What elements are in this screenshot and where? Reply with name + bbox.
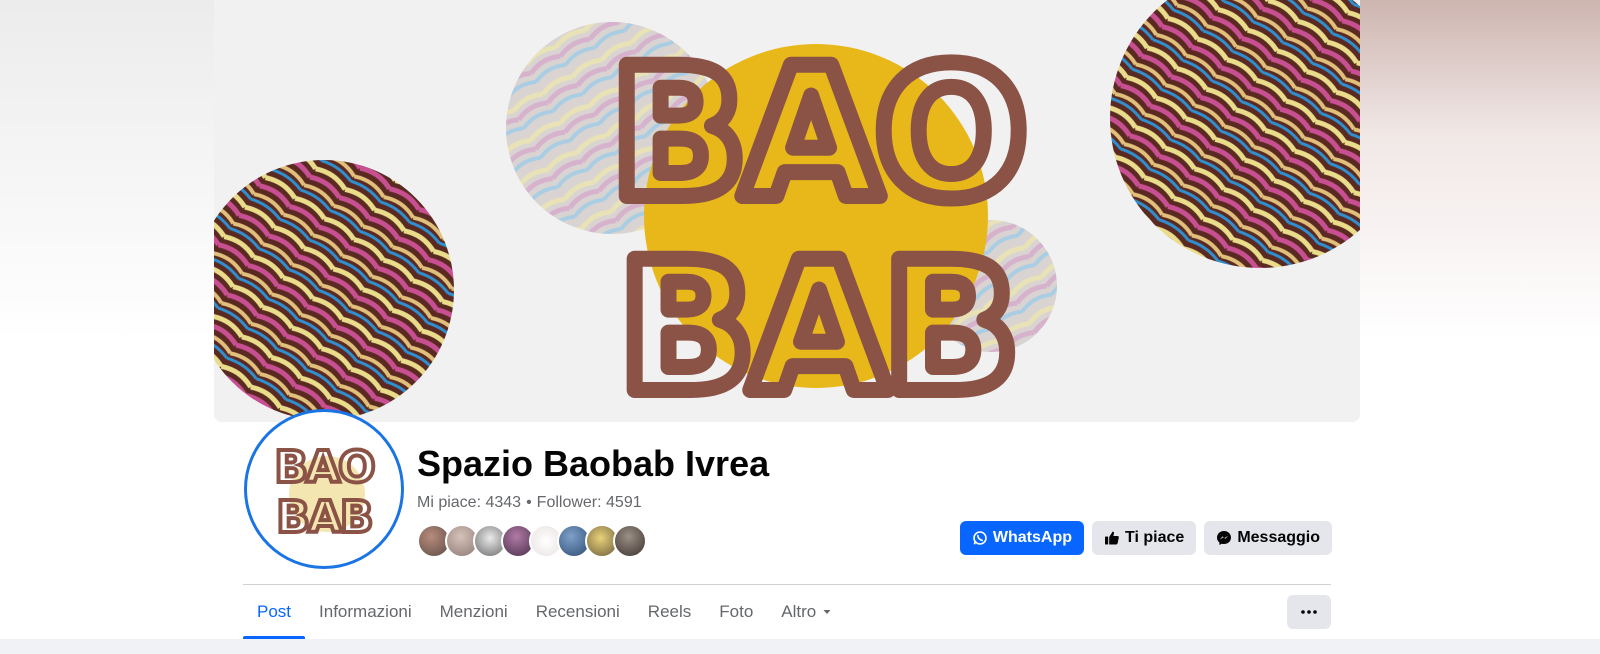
- tab-altro[interactable]: Altro: [767, 585, 846, 639]
- stats-separator: •: [526, 494, 532, 511]
- cover-photo[interactable]: BAO BAB: [214, 0, 1360, 422]
- tab-menzioni[interactable]: Menzioni: [426, 585, 522, 639]
- thumbs-up-icon: [1104, 530, 1120, 546]
- tab-post[interactable]: Post: [243, 585, 306, 639]
- caret-down-icon: [822, 607, 832, 617]
- avatar-logo-line2: BAB: [276, 492, 371, 543]
- page-title: Spazio Baobab Ivrea: [417, 443, 770, 484]
- page-actions: WhatsApp Ti piace Messaggio: [959, 521, 1332, 555]
- whatsapp-button[interactable]: WhatsApp: [959, 521, 1085, 555]
- message-button[interactable]: Messaggio: [1204, 521, 1332, 555]
- tab-label: Recensioni: [535, 602, 620, 621]
- friend-avatar[interactable]: [613, 524, 647, 558]
- tab-foto[interactable]: Foto: [705, 585, 767, 639]
- followers-count[interactable]: Follower: 4591: [537, 494, 642, 511]
- tab-recensioni[interactable]: Recensioni: [522, 585, 634, 639]
- tab-reels[interactable]: Reels: [634, 585, 705, 639]
- message-button-label: Messaggio: [1237, 529, 1320, 546]
- like-button-label: Ti piace: [1125, 529, 1185, 546]
- tab-label: Foto: [719, 602, 754, 621]
- likes-count[interactable]: Mi piace: 4343: [417, 494, 521, 511]
- background-left-blur: [0, 0, 214, 340]
- cover-logo-line1: BAO: [610, 30, 1022, 239]
- background-right-blur: [1354, 0, 1600, 340]
- cover-logo-line2: BAB: [618, 224, 1014, 422]
- page-stats: Mi piace: 4343 • Follower: 4591: [417, 494, 642, 512]
- page-footer-strip: [0, 639, 1600, 654]
- avatar-image: BAO BAB: [247, 412, 401, 566]
- tab-label: Informazioni: [319, 602, 412, 621]
- more-options-button[interactable]: [1287, 595, 1331, 629]
- friends-who-like: [417, 524, 647, 558]
- whatsapp-button-label: WhatsApp: [992, 529, 1073, 546]
- tab-label: Reels: [647, 602, 692, 621]
- profile-avatar[interactable]: BAO BAB: [244, 409, 404, 569]
- ellipsis-icon: [1301, 610, 1317, 614]
- tab-label: Post: [257, 602, 292, 621]
- avatar-logo-line1: BAO: [275, 442, 375, 493]
- like-button[interactable]: Ti piace: [1092, 521, 1197, 555]
- tab-informazioni[interactable]: Informazioni: [305, 585, 426, 639]
- messenger-icon: [1216, 530, 1232, 546]
- tab-label: Altro: [781, 602, 817, 621]
- whatsapp-icon: [972, 530, 988, 546]
- tab-label: Menzioni: [439, 602, 508, 621]
- page-tabs: Post Informazioni Menzioni Recensioni Re…: [243, 585, 846, 639]
